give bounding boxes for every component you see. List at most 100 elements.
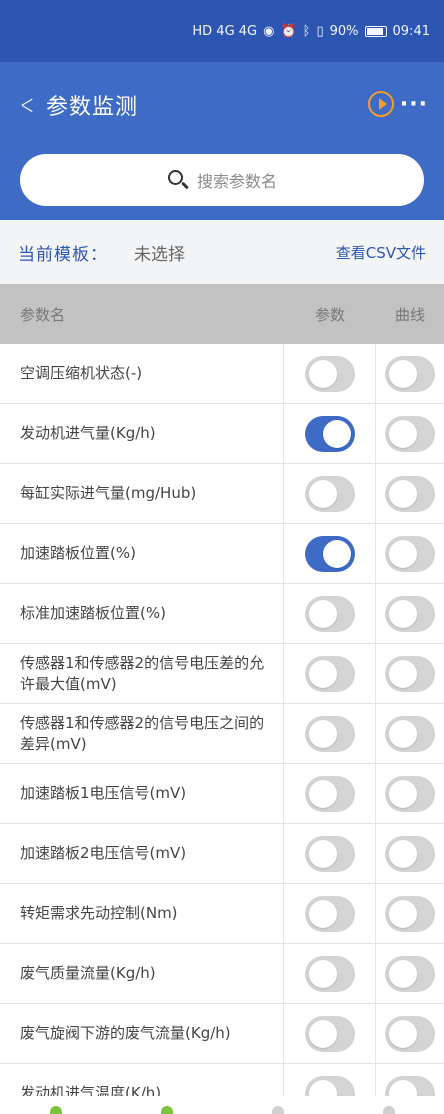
vibrate-icon: ▯ [316,23,324,39]
template-bar: 当前模板： 未选择 查看CSV文件 [0,220,444,284]
curve-cell [376,644,444,703]
battery-icon [364,25,387,37]
param-toggle[interactable] [304,835,355,872]
param-cell [284,824,376,883]
param-name: 转矩需求先动控制(Nm) [0,884,284,943]
curve-toggle[interactable] [385,1015,435,1052]
table-row: 废气质量流量(Kg/h) [0,944,444,1004]
table-row: 发动机进气量(Kg/h) [0,404,444,464]
curve-cell [376,764,444,823]
param-name: 每缸实际进气量(mg/Hub) [0,464,284,523]
curve-toggle[interactable] [385,715,435,752]
curve-toggle[interactable] [385,475,435,512]
header-curve: 曲线 [394,305,425,324]
status-icons: HD 4G 4G ◉ ⏰ ᛒ ▯ 90% 09:41 [192,24,430,39]
table-row: 加速踏板2电压信号(mV) [0,824,444,884]
param-toggle[interactable] [304,775,355,812]
param-name: 标准加速踏板位置(%) [0,584,284,643]
network-indicator: HD 4G 4G [192,23,258,39]
param-name: 加速踏板位置(%) [0,524,284,583]
header-name: 参数名 [20,305,66,324]
page-title: 参数监测 [46,95,139,120]
param-name: 废气质量流量(Kg/h) [0,944,284,1003]
curve-cell [376,404,444,463]
nav-dot-3[interactable] [271,1106,284,1114]
param-name: 加速踏板2电压信号(mV) [0,824,284,883]
curve-cell [376,1004,444,1063]
search-input[interactable]: 搜索参数名 [20,154,424,206]
more-icon[interactable]: ··· [400,94,428,116]
curve-toggle[interactable] [385,595,435,632]
bluetooth-icon: ᛒ [302,23,311,39]
table-row: 传感器1和传感器2的信号电压之间的差异(mV) [0,704,444,764]
back-button[interactable]: < [20,91,38,119]
curve-cell [376,824,444,883]
param-toggle[interactable] [304,355,355,392]
param-toggle[interactable] [304,655,355,692]
param-cell [284,1004,376,1063]
search-area: 搜索参数名 [0,148,444,220]
param-name: 发动机进气量(Kg/h) [0,404,284,463]
param-toggle[interactable] [304,415,355,452]
template-label: 当前模板： [18,244,108,265]
clock: 09:41 [392,23,430,39]
view-csv-link[interactable]: 查看CSV文件 [336,242,426,263]
param-toggle[interactable] [304,595,355,632]
nav-dot-2[interactable] [160,1106,173,1114]
param-toggle[interactable] [304,535,355,572]
param-toggle[interactable] [304,955,355,992]
param-name: 传感器1和传感器2的信号电压之间的差异(mV) [0,704,284,763]
param-toggle[interactable] [304,895,355,932]
curve-cell [376,884,444,943]
curve-toggle[interactable] [385,655,435,692]
curve-cell [376,464,444,523]
param-cell [284,704,376,763]
param-cell [284,584,376,643]
header-param: 参数 [314,305,345,324]
param-cell [284,944,376,1003]
param-name: 传感器1和传感器2的信号电压差的允许最大值(mV) [0,644,284,703]
status-bar: HD 4G 4G ◉ ⏰ ᛒ ▯ 90% 09:41 [0,0,444,62]
param-toggle[interactable] [304,475,355,512]
curve-toggle[interactable] [385,955,435,992]
param-name: 空调压缩机状态(-) [0,344,284,403]
battery-percent: 90% [329,23,359,39]
table-row: 每缸实际进气量(mg/Hub) [0,464,444,524]
table-row: 空调压缩机状态(-) [0,344,444,404]
param-name: 加速踏板1电压信号(mV) [0,764,284,823]
param-toggle[interactable] [304,715,355,752]
table-row: 转矩需求先动控制(Nm) [0,884,444,944]
table-row: 传感器1和传感器2的信号电压差的允许最大值(mV) [0,644,444,704]
param-name: 废气旋阀下游的废气流量(Kg/h) [0,1004,284,1063]
search-icon [167,169,189,191]
nav-dot-4[interactable] [382,1106,395,1114]
curve-toggle[interactable] [385,355,435,392]
table-row: 标准加速踏板位置(%) [0,584,444,644]
play-icon[interactable] [368,91,394,117]
curve-toggle[interactable] [385,895,435,932]
table-row: 废气旋阀下游的废气流量(Kg/h) [0,1004,444,1064]
curve-cell [376,344,444,403]
template-value[interactable]: 未选择 [134,240,185,265]
table-header: 参数名 参数 曲线 [0,284,444,344]
nav-dot-1[interactable] [49,1106,62,1114]
curve-toggle[interactable] [385,415,435,452]
parameter-list: 空调压缩机状态(-) 发动机进气量(Kg/h) 每缸实际进气量(mg/Hub) 加速踏… [0,344,444,1114]
table-row: 加速踏板位置(%) [0,524,444,584]
curve-cell [376,704,444,763]
param-cell [284,884,376,943]
param-toggle[interactable] [304,1015,355,1052]
param-cell [284,764,376,823]
curve-cell [376,524,444,583]
table-row: 加速踏板1电压信号(mV) [0,764,444,824]
bottom-nav [0,1096,444,1114]
param-cell [284,464,376,523]
param-cell [284,344,376,403]
app-bar: < 参数监测 ··· [0,62,444,148]
curve-toggle[interactable] [385,535,435,572]
curve-toggle[interactable] [385,775,435,812]
curve-toggle[interactable] [385,835,435,872]
curve-cell [376,944,444,1003]
eye-icon: ◉ [263,23,275,39]
alarm-icon: ⏰ [280,23,297,39]
